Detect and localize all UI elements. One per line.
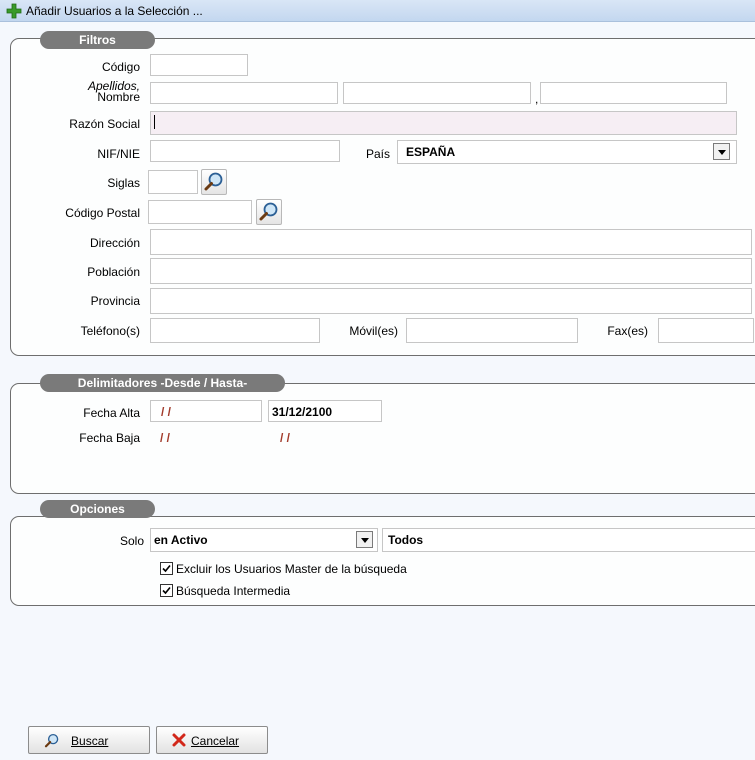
nif-input[interactable] <box>150 140 340 162</box>
provincia-label: Provincia <box>90 294 140 308</box>
magnifier-icon <box>43 732 61 750</box>
codigo-label: Código <box>101 60 140 74</box>
nombre-label: Nombre <box>97 90 140 104</box>
checkmark-icon <box>162 564 171 573</box>
poblacion-label: Población <box>87 265 140 279</box>
pais-value: ESPAÑA <box>406 145 456 159</box>
chevron-down-icon[interactable] <box>356 531 373 548</box>
apellido1-input[interactable] <box>150 82 338 104</box>
fecha-baja-desde-value[interactable]: / / <box>160 431 170 445</box>
busqueda-intermedia-label[interactable]: Búsqueda Intermedia <box>176 584 290 598</box>
checkmark-icon <box>162 586 171 595</box>
siglas-label: Siglas <box>107 176 140 190</box>
fax-input[interactable] <box>658 318 754 343</box>
buscar-label: Buscar <box>71 734 109 748</box>
fecha-baja-hasta-value[interactable]: / / <box>280 431 290 445</box>
codigo-postal-input[interactable] <box>148 200 252 224</box>
telefono-label: Teléfono(s) <box>80 324 140 338</box>
fecha-alta-desde-value: / / <box>161 405 172 419</box>
fecha-alta-hasta-value: 31/12/2100 <box>272 405 333 419</box>
movil-input[interactable] <box>406 318 578 343</box>
razon-social-input[interactable] <box>150 111 737 135</box>
excluir-master-checkbox[interactable] <box>160 562 173 575</box>
filtros-legend: Filtros <box>40 31 155 49</box>
delimitadores-legend: Delimitadores -Desde / Hasta- <box>40 374 285 392</box>
codigo-input[interactable] <box>150 54 248 76</box>
razon-social-label: Razón Social <box>69 117 140 131</box>
name-separator: , <box>535 92 539 106</box>
excluir-master-label[interactable]: Excluir los Usuarios Master de la búsque… <box>176 562 407 576</box>
green-plus-icon <box>6 3 22 19</box>
fax-label: Fax(es) <box>607 324 648 338</box>
fecha-baja-label: Fecha Baja <box>79 431 140 445</box>
movil-label: Móvil(es) <box>349 324 398 338</box>
fecha-alta-desde-input[interactable]: / / <box>150 400 262 422</box>
window-title: Añadir Usuarios a la Selección ... <box>26 4 203 18</box>
chevron-down-icon[interactable] <box>713 143 730 160</box>
magnifier-icon <box>204 172 223 191</box>
nombre-input[interactable] <box>540 82 727 104</box>
opciones-legend: Opciones <box>40 500 155 518</box>
todos-value: Todos <box>388 533 424 547</box>
solo-value: en Activo <box>154 533 208 547</box>
busqueda-intermedia-checkbox[interactable] <box>160 584 173 597</box>
siglas-input[interactable] <box>148 170 198 194</box>
telefono-input[interactable] <box>150 318 320 343</box>
provincia-input[interactable] <box>150 288 752 314</box>
window-titlebar: Añadir Usuarios a la Selección ... <box>0 0 755 22</box>
fecha-alta-hasta-input[interactable]: 31/12/2100 <box>268 400 382 422</box>
magnifier-icon <box>259 202 278 221</box>
direccion-input[interactable] <box>150 229 752 255</box>
cancelar-button[interactable]: Cancelar <box>156 726 268 754</box>
cancelar-label: Cancelar <box>191 734 240 748</box>
nif-label: NIF/NIE <box>97 147 140 161</box>
todos-select[interactable]: Todos <box>382 528 755 552</box>
poblacion-input[interactable] <box>150 258 752 284</box>
solo-select[interactable]: en Activo <box>150 528 378 552</box>
solo-label: Solo <box>119 534 144 548</box>
direccion-label: Dirección <box>89 236 140 250</box>
apellido2-input[interactable] <box>343 82 531 104</box>
codigo-postal-search-button[interactable] <box>256 199 282 225</box>
fecha-alta-label: Fecha Alta <box>83 406 140 420</box>
buscar-button[interactable]: Buscar <box>28 726 150 754</box>
pais-select[interactable]: ESPAÑA <box>397 140 737 164</box>
pais-label: País <box>365 147 390 161</box>
siglas-search-button[interactable] <box>201 169 227 195</box>
codigo-postal-label: Código Postal <box>65 206 140 220</box>
red-x-icon <box>171 732 187 748</box>
